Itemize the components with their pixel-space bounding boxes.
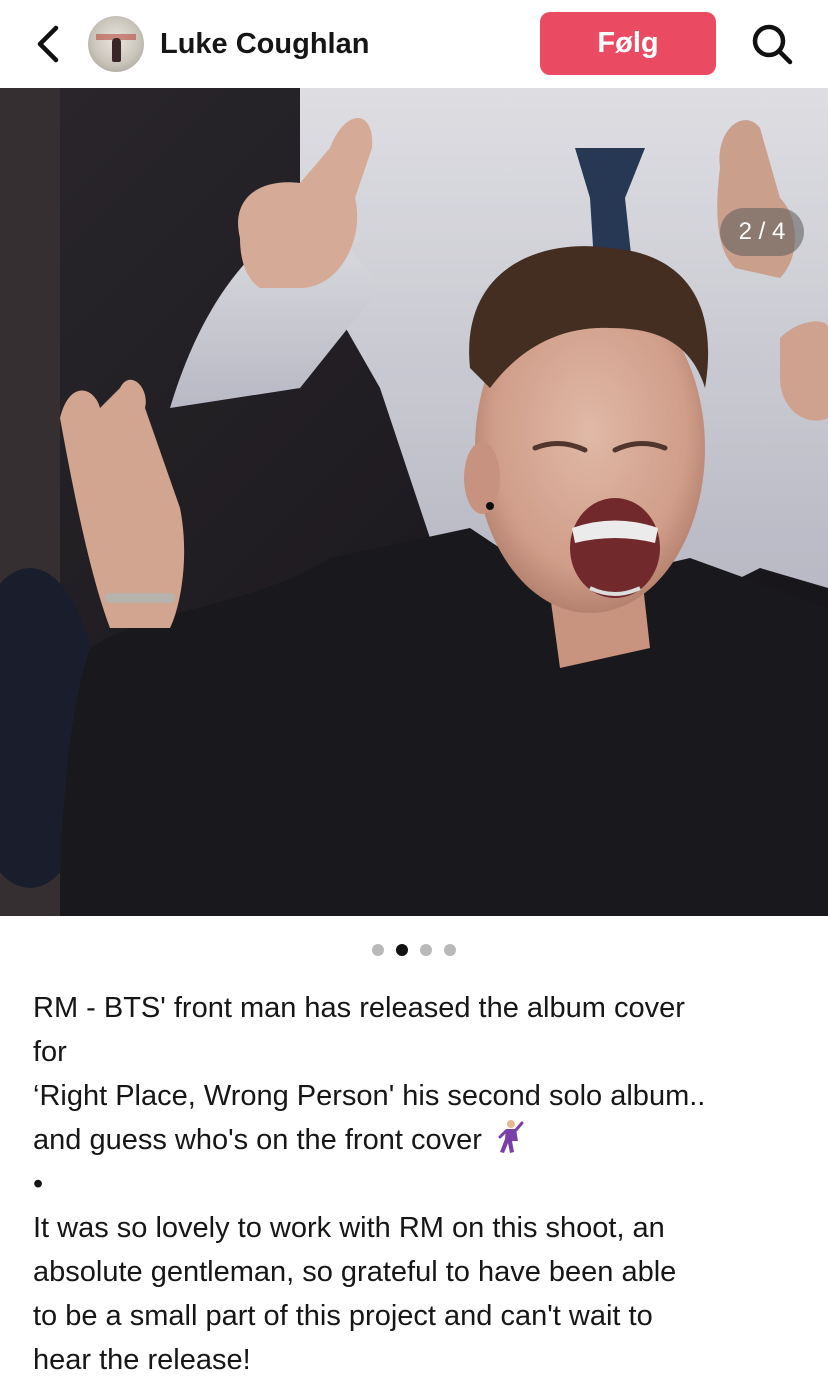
caption-line: absolute gentleman, so grateful to have … — [33, 1256, 677, 1288]
follow-button[interactable]: Følg — [540, 12, 716, 75]
post-photo[interactable]: 2 / 4 — [0, 88, 828, 916]
back-button[interactable] — [26, 22, 70, 66]
post-caption: RM - BTS' front man has released the alb… — [33, 986, 813, 1382]
carousel-dot-1[interactable] — [372, 944, 384, 956]
caption-line: RM - BTS' front man has released the alb… — [33, 992, 685, 1024]
caption-bullet: • — [33, 1168, 44, 1200]
caption-line-with-emoji: and guess who's on the front cover — [33, 1118, 813, 1162]
caption-line-text: and guess who's on the front cover — [33, 1124, 482, 1156]
caption-line: for — [33, 1036, 67, 1068]
carousel-dot-2-active[interactable] — [396, 944, 408, 956]
caption-line: ‘Right Place, Wrong Person' his second s… — [33, 1080, 706, 1112]
photo-scene — [0, 88, 828, 916]
caption-line: It was so lovely to work with RM on this… — [33, 1212, 665, 1244]
carousel-dot-3[interactable] — [420, 944, 432, 956]
carousel-dot-4[interactable] — [444, 944, 456, 956]
carousel-indicator — [0, 942, 828, 958]
caption-line: hear the release! — [33, 1344, 251, 1376]
chevron-left-icon — [37, 25, 59, 63]
caption-line: to be a small part of this project and c… — [33, 1300, 653, 1332]
post-header: Luke Coughlan Følg — [0, 0, 828, 88]
search-button[interactable] — [748, 20, 796, 68]
image-counter: 2 / 4 — [720, 208, 804, 256]
avatar-figure — [112, 38, 121, 62]
username[interactable]: Luke Coughlan — [160, 26, 369, 62]
dancing-man-emoji — [498, 1120, 524, 1153]
search-icon — [752, 24, 793, 65]
avatar[interactable] — [88, 16, 144, 72]
